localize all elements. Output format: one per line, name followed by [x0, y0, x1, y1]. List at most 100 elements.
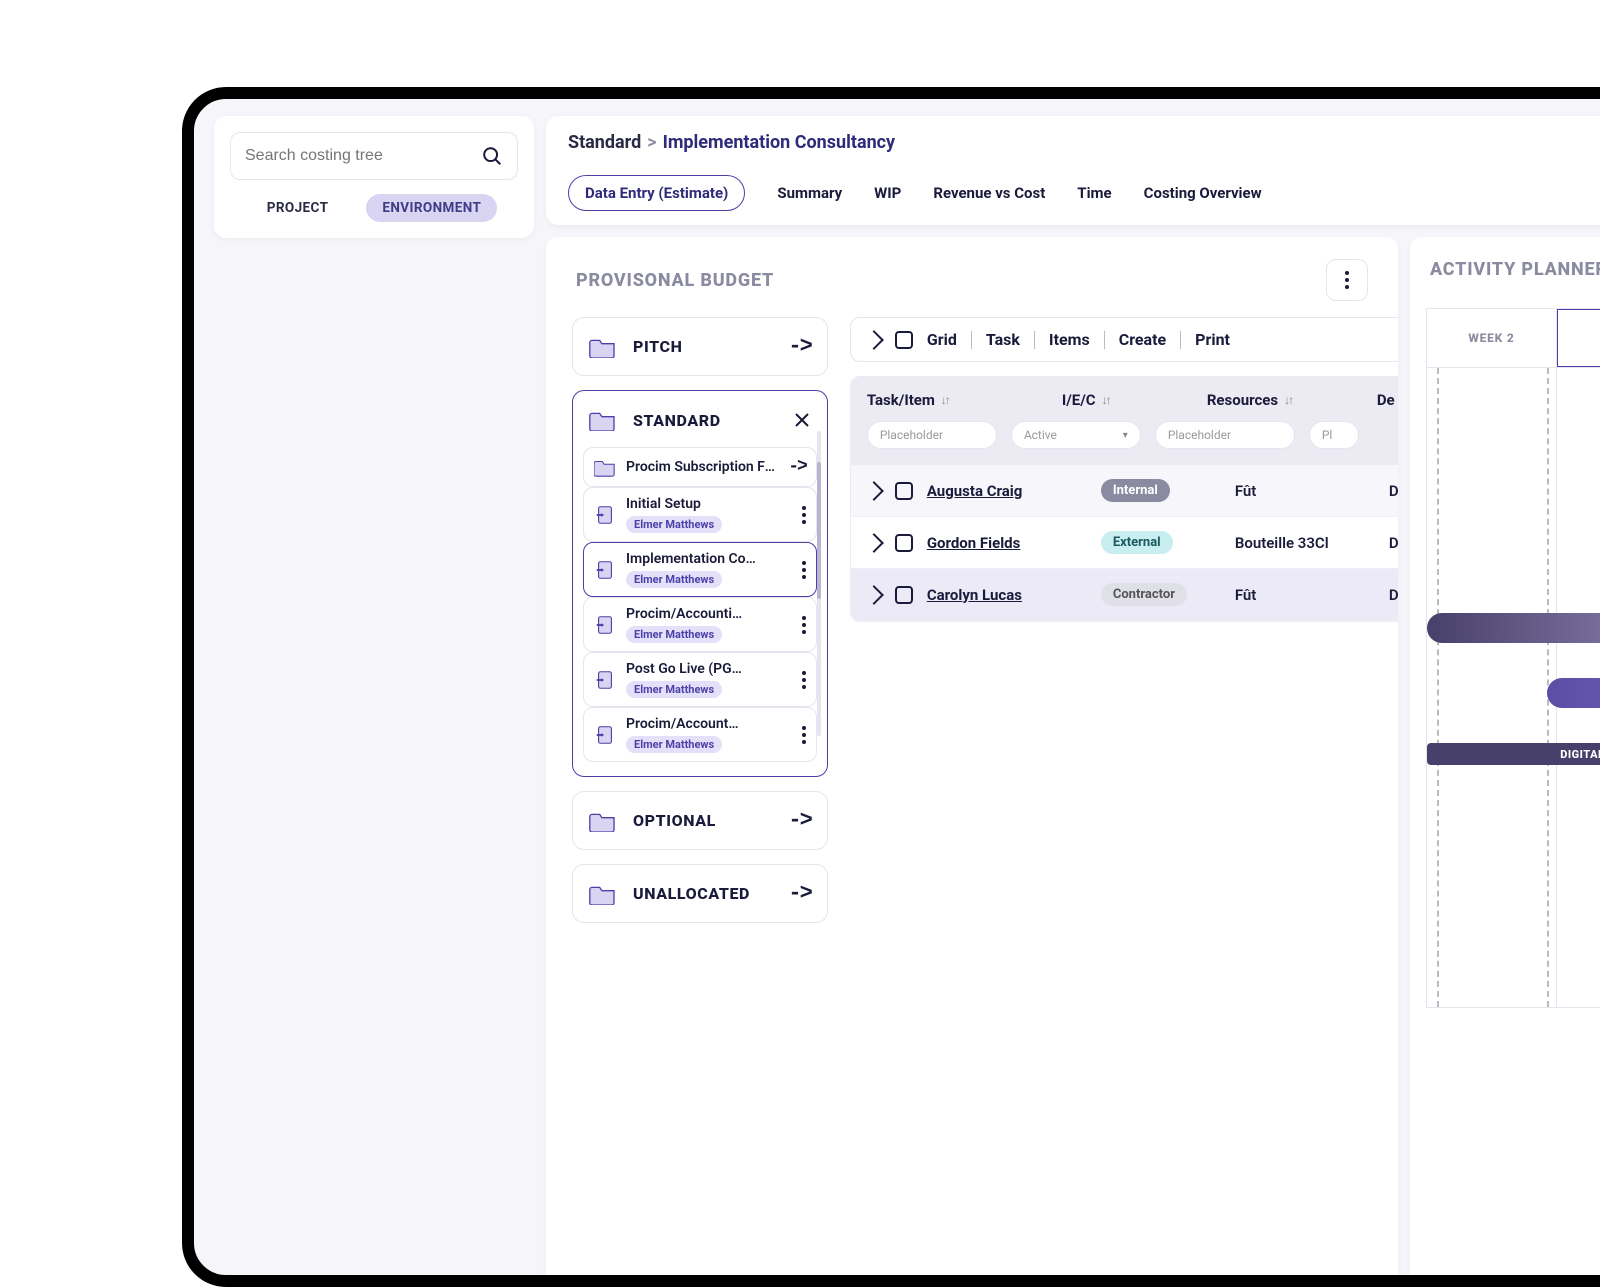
th-task[interactable]: Task/Item↓↑: [867, 391, 1032, 409]
action-items[interactable]: Items: [1049, 330, 1090, 349]
grid-table: Task/Item↓↑ I/E/C↓↑ Resources↓↑: [850, 376, 1398, 622]
breadcrumb-root[interactable]: Standard: [568, 132, 641, 153]
folder-icon: [589, 883, 617, 905]
kebab-icon[interactable]: [802, 506, 806, 524]
folder-label: STANDARD: [633, 411, 721, 430]
week-cell[interactable]: WEEK 2: [1427, 309, 1557, 367]
arrow-right-icon: ->: [788, 334, 810, 359]
row-department: Div: [1389, 534, 1398, 552]
tree-file-item[interactable]: Procim/Account… Elmer Matthews: [583, 707, 817, 762]
filter-department[interactable]: Pl: [1309, 421, 1359, 449]
th-iec[interactable]: I/E/C↓↑: [1062, 391, 1177, 409]
document-icon: [594, 504, 616, 526]
row-checkbox[interactable]: [895, 534, 913, 552]
folder-label: PITCH: [633, 337, 682, 356]
document-icon: [594, 669, 616, 691]
folder-unallocated[interactable]: UNALLOCATED ->: [572, 864, 828, 923]
action-print[interactable]: Print: [1195, 330, 1230, 349]
folder-icon: [589, 409, 617, 431]
table-body: Augusta Craig Internal Fût Div Gordon Fi…: [851, 465, 1398, 621]
file-owner-badge: Elmer Matthews: [626, 571, 722, 588]
row-checkbox[interactable]: [895, 586, 913, 604]
filter-task[interactable]: Placeholder: [867, 421, 997, 449]
chevron-right-icon[interactable]: [864, 330, 884, 350]
filter-resources[interactable]: Placeholder: [1155, 421, 1295, 449]
search-input[interactable]: [245, 147, 471, 165]
kebab-icon[interactable]: [802, 726, 806, 744]
chevron-right-icon[interactable]: [864, 585, 884, 605]
budget-menu-button[interactable]: [1326, 259, 1368, 301]
folder-icon: [589, 336, 617, 358]
kebab-icon: [1345, 271, 1349, 289]
th-department[interactable]: De: [1377, 391, 1398, 409]
folder-standard: STANDARD Procim Subscription Fees ->: [572, 390, 828, 777]
close-icon[interactable]: [793, 411, 811, 429]
action-create[interactable]: Create: [1119, 330, 1166, 349]
document-icon: [594, 614, 616, 636]
action-grid[interactable]: Grid: [927, 330, 957, 349]
tab-wip[interactable]: WIP: [874, 184, 901, 202]
gantt-area[interactable]: STANDARD - DIGITAL PERSONNEL - 3.5 WE: [1426, 368, 1600, 1008]
sidebar-search-card: PROJECT ENVIRONMENT: [214, 116, 534, 238]
planner-title: ACTIVITY PLANNER: [1426, 259, 1600, 280]
row-department: Div: [1389, 586, 1398, 604]
chevron-right-icon[interactable]: [864, 533, 884, 553]
arrow-right-icon: ->: [788, 457, 806, 477]
gantt-bar-standard[interactable]: STANDARD -: [1547, 678, 1600, 708]
file-owner-badge: Elmer Matthews: [626, 626, 722, 643]
main-header: Standard > Implementation Consultancy Da…: [546, 116, 1600, 225]
select-all-checkbox[interactable]: [895, 331, 913, 349]
tree-file-item[interactable]: Implementation Co… Elmer Matthews: [583, 542, 817, 597]
file-owner-badge: Elmer Matthews: [626, 681, 722, 698]
filter-iec[interactable]: Active ▾: [1011, 421, 1141, 449]
row-resource: Fût: [1235, 482, 1375, 500]
th-resources[interactable]: Resources↓↑: [1207, 391, 1347, 409]
table-row[interactable]: Gordon Fields External Bouteille 33Cl Di…: [851, 517, 1398, 569]
arrow-right-icon: ->: [788, 881, 810, 906]
file-owner-badge: Elmer Matthews: [626, 516, 722, 533]
week-cell-active[interactable]: [1557, 309, 1600, 367]
tree-file-item[interactable]: Procim Subscription Fees ->: [583, 447, 817, 487]
file-title: Procim/Accounti…: [626, 606, 792, 622]
folder-pitch[interactable]: PITCH ->: [572, 317, 828, 376]
chevron-right-icon[interactable]: [864, 481, 884, 501]
tab-data-entry[interactable]: Data Entry (Estimate): [568, 175, 745, 211]
tree-file-item[interactable]: Post Go Live (PG… Elmer Matthews: [583, 652, 817, 707]
gantt-bar[interactable]: [1427, 613, 1600, 643]
search-input-wrap[interactable]: [230, 132, 518, 180]
action-task[interactable]: Task: [986, 330, 1020, 349]
row-checkbox[interactable]: [895, 482, 913, 500]
table-head: Task/Item↓↑ I/E/C↓↑ Resources↓↑: [851, 377, 1398, 465]
table-row[interactable]: Augusta Craig Internal Fût Div: [851, 465, 1398, 517]
kebab-icon[interactable]: [802, 616, 806, 634]
kebab-icon[interactable]: [802, 561, 806, 579]
segment-project[interactable]: PROJECT: [251, 194, 345, 222]
tab-summary[interactable]: Summary: [777, 184, 842, 202]
tree-scrollbar[interactable]: [817, 431, 821, 736]
row-iec-pill: Internal: [1101, 479, 1170, 502]
file-title: Procim Subscription Fees: [626, 459, 778, 475]
tree-file-item[interactable]: Procim/Accounti… Elmer Matthews: [583, 597, 817, 652]
arrow-right-icon: ->: [788, 808, 810, 833]
tab-revenue-cost[interactable]: Revenue vs Cost: [933, 184, 1045, 202]
gantt-bar-digital[interactable]: DIGITAL PERSONNEL - 3.5 WE: [1427, 743, 1600, 765]
file-title: Initial Setup: [626, 496, 792, 512]
row-name[interactable]: Carolyn Lucas: [927, 586, 1022, 604]
tab-time[interactable]: Time: [1077, 184, 1111, 202]
folder-label: UNALLOCATED: [633, 884, 750, 903]
tree-file-item[interactable]: Initial Setup Elmer Matthews: [583, 487, 817, 542]
kebab-icon[interactable]: [802, 671, 806, 689]
row-name[interactable]: Augusta Craig: [927, 482, 1023, 500]
tab-costing-overview[interactable]: Costing Overview: [1144, 184, 1262, 202]
row-name[interactable]: Gordon Fields: [927, 534, 1021, 552]
file-title: Implementation Co…: [626, 551, 792, 567]
activity-planner: ACTIVITY PLANNER WEEK 2 STANDARD - DIGIT…: [1410, 237, 1600, 1287]
segment-environment[interactable]: ENVIRONMENT: [366, 194, 497, 222]
table-row[interactable]: Carolyn Lucas Contractor Fût Div: [851, 569, 1398, 621]
folder-optional[interactable]: OPTIONAL ->: [572, 791, 828, 850]
today-line: [1437, 368, 1439, 1007]
search-icon: [481, 145, 503, 167]
chevron-down-icon: ▾: [1123, 430, 1128, 441]
file-title: Procim/Account…: [626, 716, 792, 732]
document-icon: [594, 724, 616, 746]
